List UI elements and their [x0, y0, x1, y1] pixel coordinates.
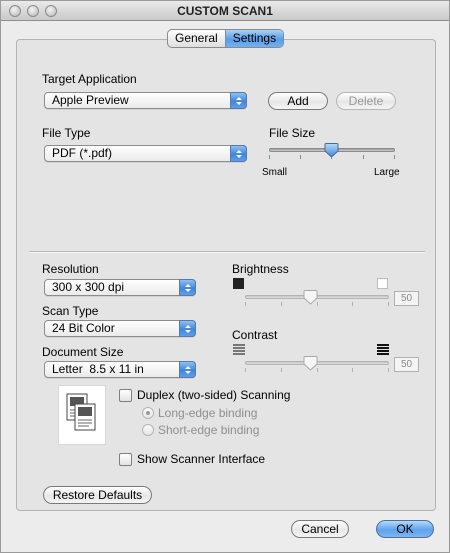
custom-scan-window: CUSTOM SCAN1 General Settings Target App…: [0, 0, 450, 553]
duplex-icon: [58, 385, 106, 445]
contrast-tick: [352, 368, 353, 372]
target-application-select[interactable]: Apple Preview: [44, 92, 247, 109]
brightness-tick: [352, 302, 353, 306]
long-edge-binding-label: Long-edge binding: [158, 406, 258, 420]
restore-defaults-button[interactable]: Restore Defaults: [43, 486, 152, 504]
contrast-tick: [388, 368, 389, 372]
file-size-min-label: Small: [262, 167, 288, 178]
scan-type-value: 24 Bit Color: [52, 321, 115, 335]
ok-button[interactable]: OK: [376, 520, 434, 538]
tab-settings[interactable]: Settings: [225, 30, 284, 47]
file-type-value: PDF (*.pdf): [52, 146, 113, 160]
contrast-low-icon: [233, 344, 245, 355]
cancel-button[interactable]: Cancel: [291, 520, 349, 538]
file-size-slider-thumb[interactable]: [324, 143, 339, 158]
document-size-label: Document Size: [42, 345, 124, 359]
title-bar: CUSTOM SCAN1: [1, 1, 449, 21]
scan-type-label: Scan Type: [42, 304, 99, 318]
popup-arrows-icon: [179, 320, 196, 337]
resolution-label: Resolution: [42, 262, 99, 276]
brightness-slider-thumb[interactable]: [303, 290, 318, 305]
duplex-label: Duplex (two-sided) Scanning: [137, 388, 291, 402]
file-type-label: File Type: [42, 126, 91, 140]
short-edge-binding-radio[interactable]: [142, 424, 154, 436]
contrast-value-field[interactable]: 50: [394, 357, 419, 372]
file-size-tick: [363, 155, 364, 159]
document-size-select[interactable]: Letter 8.5 x 11 in: [44, 361, 196, 378]
brightness-tick: [388, 302, 389, 306]
brightness-light-icon: [377, 278, 388, 289]
file-type-select[interactable]: PDF (*.pdf): [44, 145, 247, 162]
target-application-label: Target Application: [42, 72, 137, 86]
window-title: CUSTOM SCAN1: [177, 4, 273, 18]
scan-type-select[interactable]: 24 Bit Color: [44, 320, 196, 337]
resolution-value: 300 x 300 dpi: [52, 280, 125, 294]
show-scanner-interface-label: Show Scanner Interface: [137, 452, 266, 466]
popup-arrows-icon: [179, 279, 196, 296]
contrast-slider-thumb[interactable]: [303, 356, 318, 371]
file-size-tick: [300, 155, 301, 159]
file-size-tick: [394, 155, 395, 159]
contrast-tick: [245, 368, 246, 372]
contrast-label: Contrast: [232, 328, 278, 342]
delete-button[interactable]: Delete: [336, 92, 396, 110]
brightness-tick: [245, 302, 246, 306]
settings-panel: Target Application Apple Preview Add Del…: [16, 39, 436, 511]
contrast-high-icon: [377, 344, 389, 355]
file-size-label: File Size: [269, 126, 316, 140]
section-divider: [29, 251, 425, 253]
popup-arrows-icon: [230, 92, 247, 109]
resolution-select[interactable]: 300 x 300 dpi: [44, 279, 196, 296]
file-size-max-label: Large: [374, 167, 400, 178]
target-application-value: Apple Preview: [52, 93, 129, 107]
add-button[interactable]: Add: [268, 92, 328, 110]
contrast-tick: [281, 368, 282, 372]
popup-arrows-icon: [230, 145, 247, 162]
popup-arrows-icon: [179, 361, 196, 378]
short-edge-binding-label: Short-edge binding: [158, 423, 260, 437]
brightness-tick: [281, 302, 282, 306]
brightness-dark-icon: [233, 278, 244, 289]
tab-general[interactable]: General: [168, 30, 226, 47]
document-size-value: Letter 8.5 x 11 in: [52, 362, 144, 376]
file-size-tick: [269, 155, 270, 159]
brightness-value-field[interactable]: 50: [394, 291, 419, 306]
show-scanner-interface-checkbox[interactable]: [119, 453, 132, 466]
brightness-label: Brightness: [232, 262, 289, 276]
long-edge-binding-radio[interactable]: [142, 407, 154, 419]
duplex-checkbox[interactable]: [119, 389, 132, 402]
tab-bar: General Settings: [167, 29, 285, 48]
